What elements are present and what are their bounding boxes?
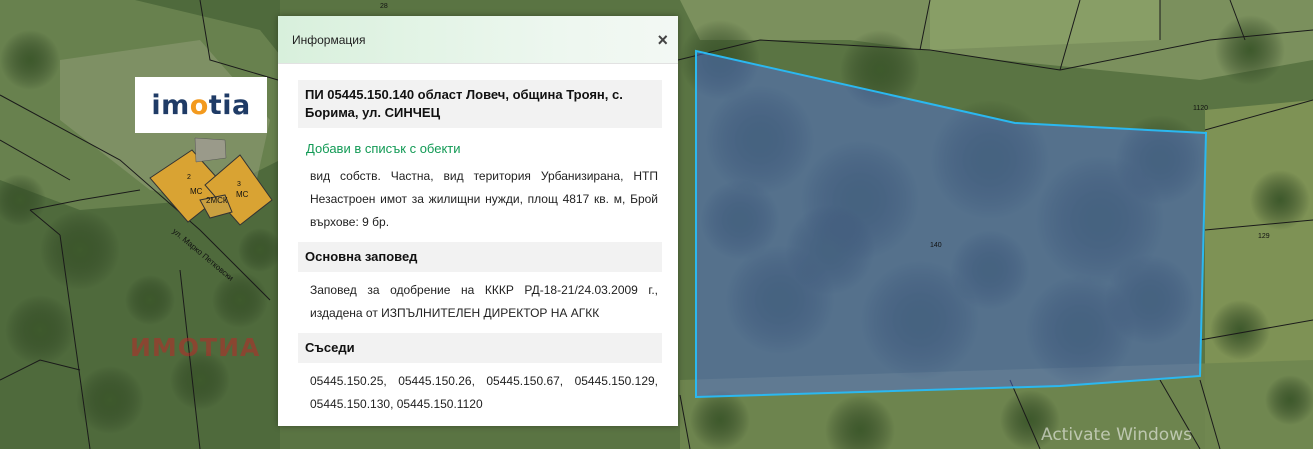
parcel-label-1120: 1120 [1193,105,1208,112]
building-mark-3: 2МСК [206,196,228,205]
imotia-logo: imotia [135,77,267,133]
site-watermark: ИМОТИА [130,333,261,362]
info-panel-title: Информация [292,32,366,47]
os-activation-watermark: Activate Windows [1041,425,1192,445]
logo-text: imotia [151,89,251,121]
neighbors-text: 05445.150.25, 05445.150.26, 05445.150.67… [310,374,658,411]
info-panel-header: Информация × [278,16,678,64]
building-mark-2: МС [236,190,249,199]
info-panel: Информация × ПИ 05445.150.140 област Лов… [278,16,678,426]
building-mark-1: МС [190,187,203,196]
parcel-label-top: 28 [380,3,388,10]
parcel-label-129: 129 [1258,233,1270,240]
add-to-list-link[interactable]: Добави в списък с обекти [298,128,662,158]
parcel-label-140: 140 [930,242,942,249]
close-icon[interactable]: × [657,31,668,49]
parcel-heading: ПИ 05445.150.140 област Ловеч, община Тр… [298,80,662,128]
building-label-3: 3 [237,181,241,188]
neighbors-heading: Съседи [298,333,662,363]
order-heading: Основна заповед [298,242,662,272]
order-text: Заповед за одобрение на КККР РД-18-21/24… [310,283,658,320]
building-label-2: 2 [187,174,191,181]
parcel-details: вид собств. Частна, вид територия Урбани… [310,169,658,229]
info-panel-body: ПИ 05445.150.140 област Ловеч, община Тр… [278,64,678,420]
